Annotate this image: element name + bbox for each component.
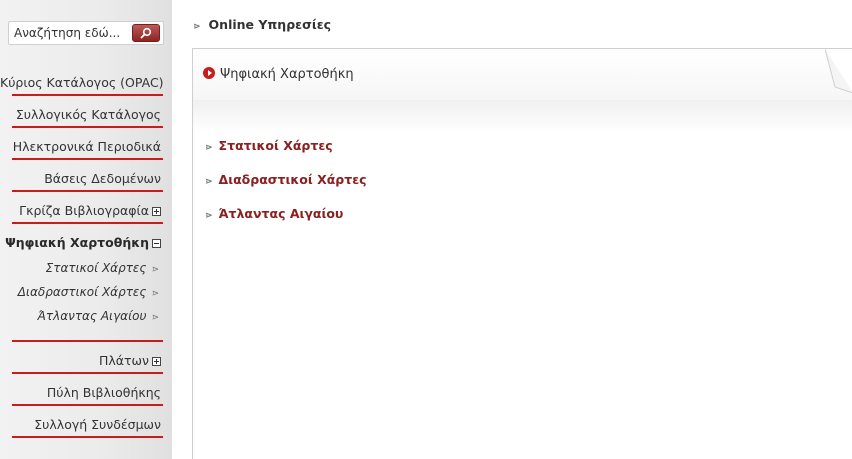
sidebar-item-opac[interactable]: Κύριος Κατάλογος (OPAC) <box>0 64 164 96</box>
sidebar-item-databases[interactable]: Βάσεις Δεδομένων <box>0 160 163 192</box>
search-icon <box>140 27 152 39</box>
link-static-maps[interactable]: ⋗ Στατικοί Χάρτες <box>205 138 367 172</box>
chevron-right-icon: ⋗ <box>151 265 159 275</box>
sidebar-nav: Κύριος Κατάλογος (OPAC) Συλλογικός Κατάλ… <box>0 64 172 438</box>
chevron-right-icon: ⋗ <box>151 289 159 299</box>
sidebar-item-e-journals[interactable]: Ηλεκτρονικά Περιοδικά <box>0 128 163 160</box>
sidebar-item-label: Γκρίζα Βιβλιογραφία <box>19 203 149 218</box>
sidebar-item-label: Ηλεκτρονικά Περιοδικά <box>12 139 161 154</box>
sidebar-divider <box>0 328 163 342</box>
arrow-circle-icon <box>203 67 215 79</box>
link-label: Στατικοί Χάρτες <box>218 138 333 153</box>
sidebar-subitem-label: Άτλαντας Αιγαίου <box>37 309 147 323</box>
panel-header: Ψηφιακή Χαρτοθήκη <box>193 48 852 100</box>
sidebar-item-grey-literature[interactable]: Γκρίζα Βιβλιογραφία <box>0 192 163 224</box>
sidebar-item-label: Πλάτων <box>98 353 149 368</box>
collapse-icon[interactable] <box>152 239 161 248</box>
panel-links: ⋗ Στατικοί Χάρτες ⋗ Διαδραστικοί Χάρτες ⋗ Ά… <box>205 138 367 240</box>
chevron-right-icon: ⋗ <box>193 22 201 32</box>
breadcrumb-label: Online Υπηρεσίες <box>208 17 332 32</box>
link-label: Διαδραστικοί Χάρτες <box>218 172 367 187</box>
link-interactive-maps[interactable]: ⋗ Διαδραστικοί Χάρτες <box>205 172 367 206</box>
search-box <box>8 21 164 45</box>
sidebar-item-label: Ψηφιακή Χαρτοθήκη <box>5 235 149 250</box>
sidebar-item-library-portal[interactable]: Πύλη Βιβλιοθήκης <box>0 374 163 406</box>
sidebar-item-label: Συλλογικός Κατάλογος <box>15 107 161 122</box>
sidebar-item-label: Βάσεις Δεδομένων <box>44 171 161 186</box>
sidebar-subitem-interactive-maps[interactable]: Διαδραστικοί Χάρτες ⋗ <box>0 280 163 304</box>
panel-title-label: Ψηφιακή Χαρτοθήκη <box>220 67 354 82</box>
link-aegean-atlas[interactable]: ⋗ Άτλαντας Αιγαίου <box>205 206 367 240</box>
breadcrumb[interactable]: ⋗ Online Υπηρεσίες <box>193 17 331 32</box>
panel-title: Ψηφιακή Χαρτοθήκη <box>203 67 354 82</box>
chevron-right-icon: ⋗ <box>205 143 213 153</box>
link-label: Άτλαντας Αιγαίου <box>218 206 344 221</box>
chevron-right-icon: ⋗ <box>205 177 213 187</box>
sidebar-item-label: Κύριος Κατάλογος (OPAC) <box>0 75 164 90</box>
expand-icon[interactable] <box>152 357 161 366</box>
panel-shadow <box>193 100 852 134</box>
search-button[interactable] <box>132 24 160 42</box>
sidebar-subitem-label: Διαδραστικοί Χάρτες <box>17 285 147 299</box>
sidebar-item-platon[interactable]: Πλάτων <box>0 342 163 374</box>
sidebar-item-label: Πύλη Βιβλιοθήκης <box>46 385 161 400</box>
sidebar-item-label: Συλλογή Συνδέσμων <box>34 417 161 432</box>
sidebar-subitem-static-maps[interactable]: Στατικοί Χάρτες ⋗ <box>0 256 163 280</box>
sidebar-subitem-aegean-atlas[interactable]: Άτλαντας Αιγαίου ⋗ <box>0 304 163 328</box>
sidebar-subitem-label: Στατικοί Χάρτες <box>45 261 147 275</box>
sidebar-item-links-collection[interactable]: Συλλογή Συνδέσμων <box>0 406 163 438</box>
page-fold-decoration <box>825 49 852 93</box>
sidebar-item-digital-map-library[interactable]: Ψηφιακή Χαρτοθήκη <box>0 224 163 256</box>
expand-icon[interactable] <box>152 207 161 216</box>
content-panel: Ψηφιακή Χαρτοθήκη ⋗ Στατικοί Χάρτες ⋗ Διαδ… <box>192 48 852 459</box>
chevron-right-icon: ⋗ <box>151 313 159 323</box>
chevron-right-icon: ⋗ <box>205 211 213 221</box>
search-input[interactable] <box>9 22 129 44</box>
sidebar-item-union-catalog[interactable]: Συλλογικός Κατάλογος <box>0 96 163 128</box>
sidebar: Κύριος Κατάλογος (OPAC) Συλλογικός Κατάλ… <box>0 0 172 459</box>
